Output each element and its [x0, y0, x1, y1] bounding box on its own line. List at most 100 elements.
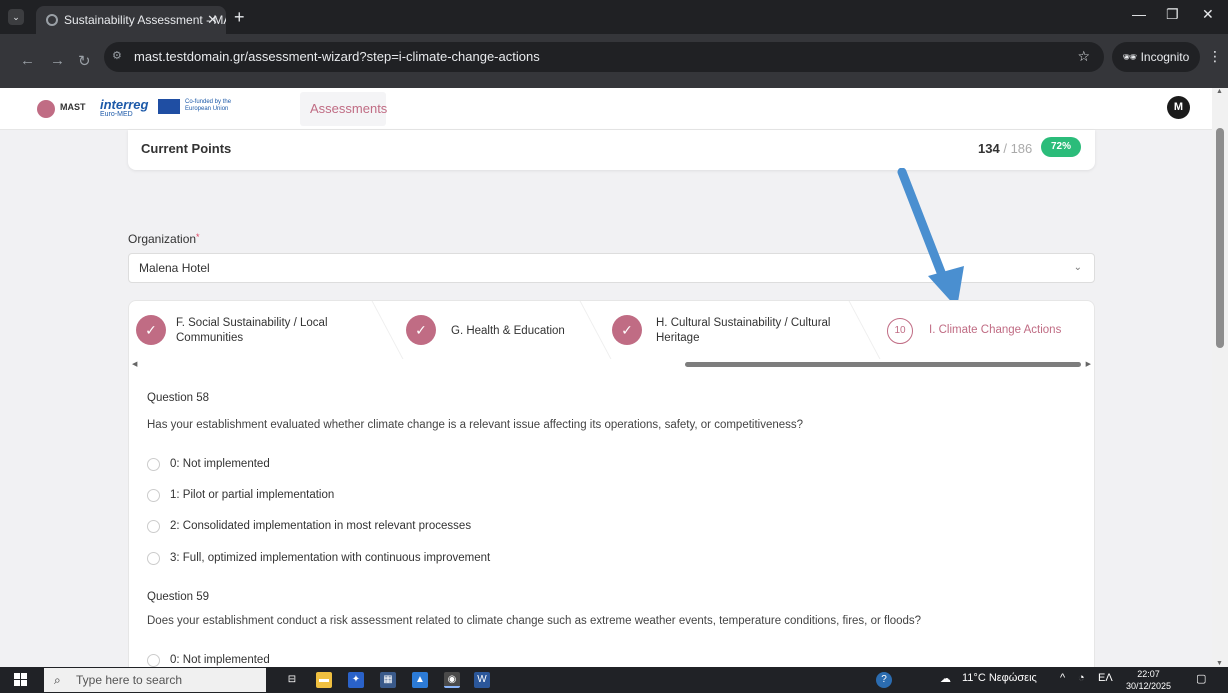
mast-logo-text: MAST: [60, 102, 86, 112]
question-text: Has your establishment evaluated whether…: [147, 419, 804, 431]
incognito-label: Incognito: [1140, 50, 1190, 64]
user-avatar[interactable]: M: [1167, 96, 1190, 119]
network-icon[interactable]: ◔: [1078, 672, 1085, 684]
url-input[interactable]: ⚙ mast.testdomain.gr/assessment-wizard?s…: [104, 42, 1104, 72]
radio-button[interactable]: [147, 458, 160, 471]
option-label: 3: Full, optimized implementation with c…: [170, 552, 491, 564]
option-label: 2: Consolidated implementation in most r…: [170, 520, 472, 532]
step-label-g: G. Health & Education: [451, 325, 565, 337]
task-view-icon[interactable]: ⊟: [284, 672, 300, 688]
taskbar-search-input[interactable]: ⌕ Type here to search: [44, 668, 266, 692]
step-label-f: F. Social Sustainability / Local Communi…: [176, 317, 328, 344]
word-icon[interactable]: W: [474, 672, 490, 688]
notifications-icon[interactable]: ▢: [1196, 672, 1206, 685]
steps-horizontal-scrollbar[interactable]: ◀ ▶: [129, 360, 1094, 370]
scrollbar-thumb[interactable]: [685, 362, 1081, 367]
radio-button[interactable]: [147, 552, 160, 565]
wizard-steps: ✓ F. Social Sustainability / Local Commu…: [129, 301, 1094, 359]
question-title: Question 59: [147, 591, 210, 603]
windows-start-icon[interactable]: [14, 673, 28, 687]
step-h[interactable]: ✓ H. Cultural Sustainability / Cultural …: [607, 301, 857, 359]
radio-button[interactable]: [147, 654, 160, 667]
weather-text[interactable]: 11°C Νεφώσεις: [962, 672, 1037, 684]
option-label: 1: Pilot or partial implementation: [170, 489, 335, 501]
current-points-card: Current Points 134 / 186 72%: [128, 130, 1095, 170]
step-label-h: H. Cultural Sustainability / Cultural He…: [656, 317, 831, 344]
check-icon: ✓: [136, 315, 166, 345]
step-label-i: I. Climate Change Actions: [929, 324, 1062, 336]
windows-taskbar: ⌕ Type here to search ⊟ ▬ ✦ ▦ ▲ ◉ W ? ☁ …: [0, 667, 1228, 693]
weather-icon[interactable]: ☁: [940, 672, 951, 685]
organization-label: Organization*: [128, 232, 200, 246]
browser-tab-bar: ⌄ Sustainability Assessment - MA ✕ + — ❐…: [0, 0, 1228, 34]
option-label: 0: Not implemented: [170, 654, 270, 666]
page-vertical-scrollbar[interactable]: ▲ ▼: [1212, 88, 1228, 667]
dropbox-icon[interactable]: ✦: [348, 672, 364, 688]
option-label: 0: Not implemented: [170, 458, 270, 470]
close-window-button[interactable]: ✕: [1202, 6, 1214, 23]
assessment-wizard: ✓ F. Social Sustainability / Local Commu…: [128, 300, 1095, 680]
current-points-label: Current Points: [141, 141, 232, 156]
step-g[interactable]: ✓ G. Health & Education: [399, 301, 599, 359]
step-number-badge: 10: [887, 318, 913, 344]
site-info-icon[interactable]: ⚙: [112, 49, 122, 62]
interreg-logo-sub: Euro-MED: [100, 111, 133, 118]
scroll-up-icon[interactable]: ▲: [1216, 88, 1223, 95]
mast-logo-icon[interactable]: [37, 100, 55, 118]
step-i[interactable]: 10 I. Climate Change Actions: [879, 301, 1094, 359]
new-tab-button[interactable]: +: [234, 6, 245, 28]
forward-icon[interactable]: →: [50, 52, 65, 69]
scrollbar-thumb[interactable]: [1216, 128, 1224, 348]
clock-time: 22:07: [1137, 669, 1160, 679]
annotation-arrow-icon: [897, 168, 964, 308]
chrome-icon[interactable]: ◉: [444, 672, 460, 688]
tray-chevron-icon[interactable]: ^: [1060, 672, 1065, 684]
file-explorer-icon[interactable]: ▬: [316, 672, 332, 688]
browser-menu-icon[interactable]: ⋮: [1208, 48, 1222, 65]
scroll-right-icon[interactable]: ▶: [1086, 360, 1091, 368]
browser-tab[interactable]: Sustainability Assessment - MA ✕: [36, 6, 226, 34]
radio-button[interactable]: [147, 520, 160, 533]
question-text: Does your establishment conduct a risk a…: [147, 615, 922, 627]
percent-badge: 72%: [1041, 137, 1081, 157]
back-icon[interactable]: ←: [20, 52, 35, 69]
clock[interactable]: 22:07 30/12/2025: [1126, 668, 1171, 692]
eu-cofunded-text: Co-funded by the European Union: [185, 99, 232, 112]
maximize-button[interactable]: ❐: [1166, 6, 1179, 23]
check-icon: ✓: [406, 315, 436, 345]
app-header: MAST interreg Euro-MED Co-funded by the …: [0, 88, 1212, 150]
address-bar: ← → ↻ ⚙ mast.testdomain.gr/assessment-wi…: [0, 34, 1228, 88]
tab-search-button[interactable]: ⌄: [8, 9, 24, 25]
chevron-down-icon: ⌄: [1073, 262, 1082, 273]
taskbar-search-placeholder: Type here to search: [76, 673, 183, 687]
organization-value: Malena Hotel: [139, 261, 210, 275]
url-text: mast.testdomain.gr/assessment-wizard?ste…: [134, 49, 540, 64]
assessments-menu-button[interactable]: Assessments ⌄: [300, 92, 387, 150]
help-icon[interactable]: ?: [876, 672, 892, 688]
organization-label-text: Organization: [128, 232, 197, 246]
calendar-icon[interactable]: ▦: [380, 672, 396, 688]
incognito-badge[interactable]: 🕶 Incognito: [1112, 42, 1200, 72]
language-indicator[interactable]: ΕΛ: [1098, 672, 1113, 684]
clock-date: 30/12/2025: [1126, 681, 1172, 691]
points-value: 134 / 186: [978, 141, 1032, 156]
eu-flag-icon: [158, 99, 180, 114]
step-f[interactable]: ✓ F. Social Sustainability / Local Commu…: [129, 301, 379, 359]
points-current: 134: [978, 141, 1000, 156]
tab-title: Sustainability Assessment - MA: [64, 13, 226, 27]
reload-icon[interactable]: ↻: [78, 52, 91, 70]
scroll-left-icon[interactable]: ◀: [132, 360, 137, 368]
incognito-icon: 🕶: [1122, 50, 1138, 64]
tab-favicon-icon: [46, 14, 58, 26]
question-title: Question 58: [147, 392, 210, 404]
required-mark: *: [196, 232, 200, 242]
interreg-logo: interreg: [100, 97, 149, 112]
scroll-down-icon[interactable]: ▼: [1216, 660, 1223, 667]
bookmark-star-icon[interactable]: ☆: [1077, 48, 1090, 65]
tab-close-icon[interactable]: ✕: [207, 6, 218, 34]
photos-icon[interactable]: ▲: [412, 672, 428, 688]
check-icon: ✓: [612, 315, 642, 345]
points-separator: /: [1003, 141, 1007, 156]
minimize-button[interactable]: —: [1132, 6, 1146, 22]
radio-button[interactable]: [147, 489, 160, 502]
